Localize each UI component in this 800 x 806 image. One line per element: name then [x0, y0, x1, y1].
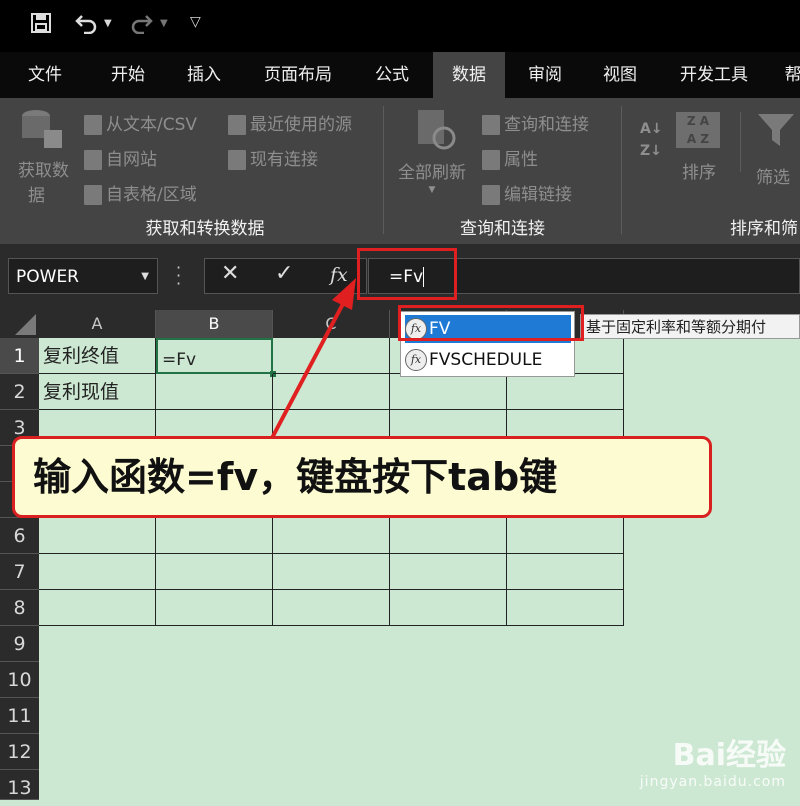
watermark: Bai经验 jingyan.baidu.com	[640, 730, 786, 790]
annotation-arrow	[270, 278, 356, 439]
watermark-brand: Bai经验	[672, 738, 786, 773]
instruction-callout: 输入函数=fv，键盘按下tab键	[12, 436, 712, 518]
watermark-url: jingyan.baidu.com	[639, 774, 786, 790]
